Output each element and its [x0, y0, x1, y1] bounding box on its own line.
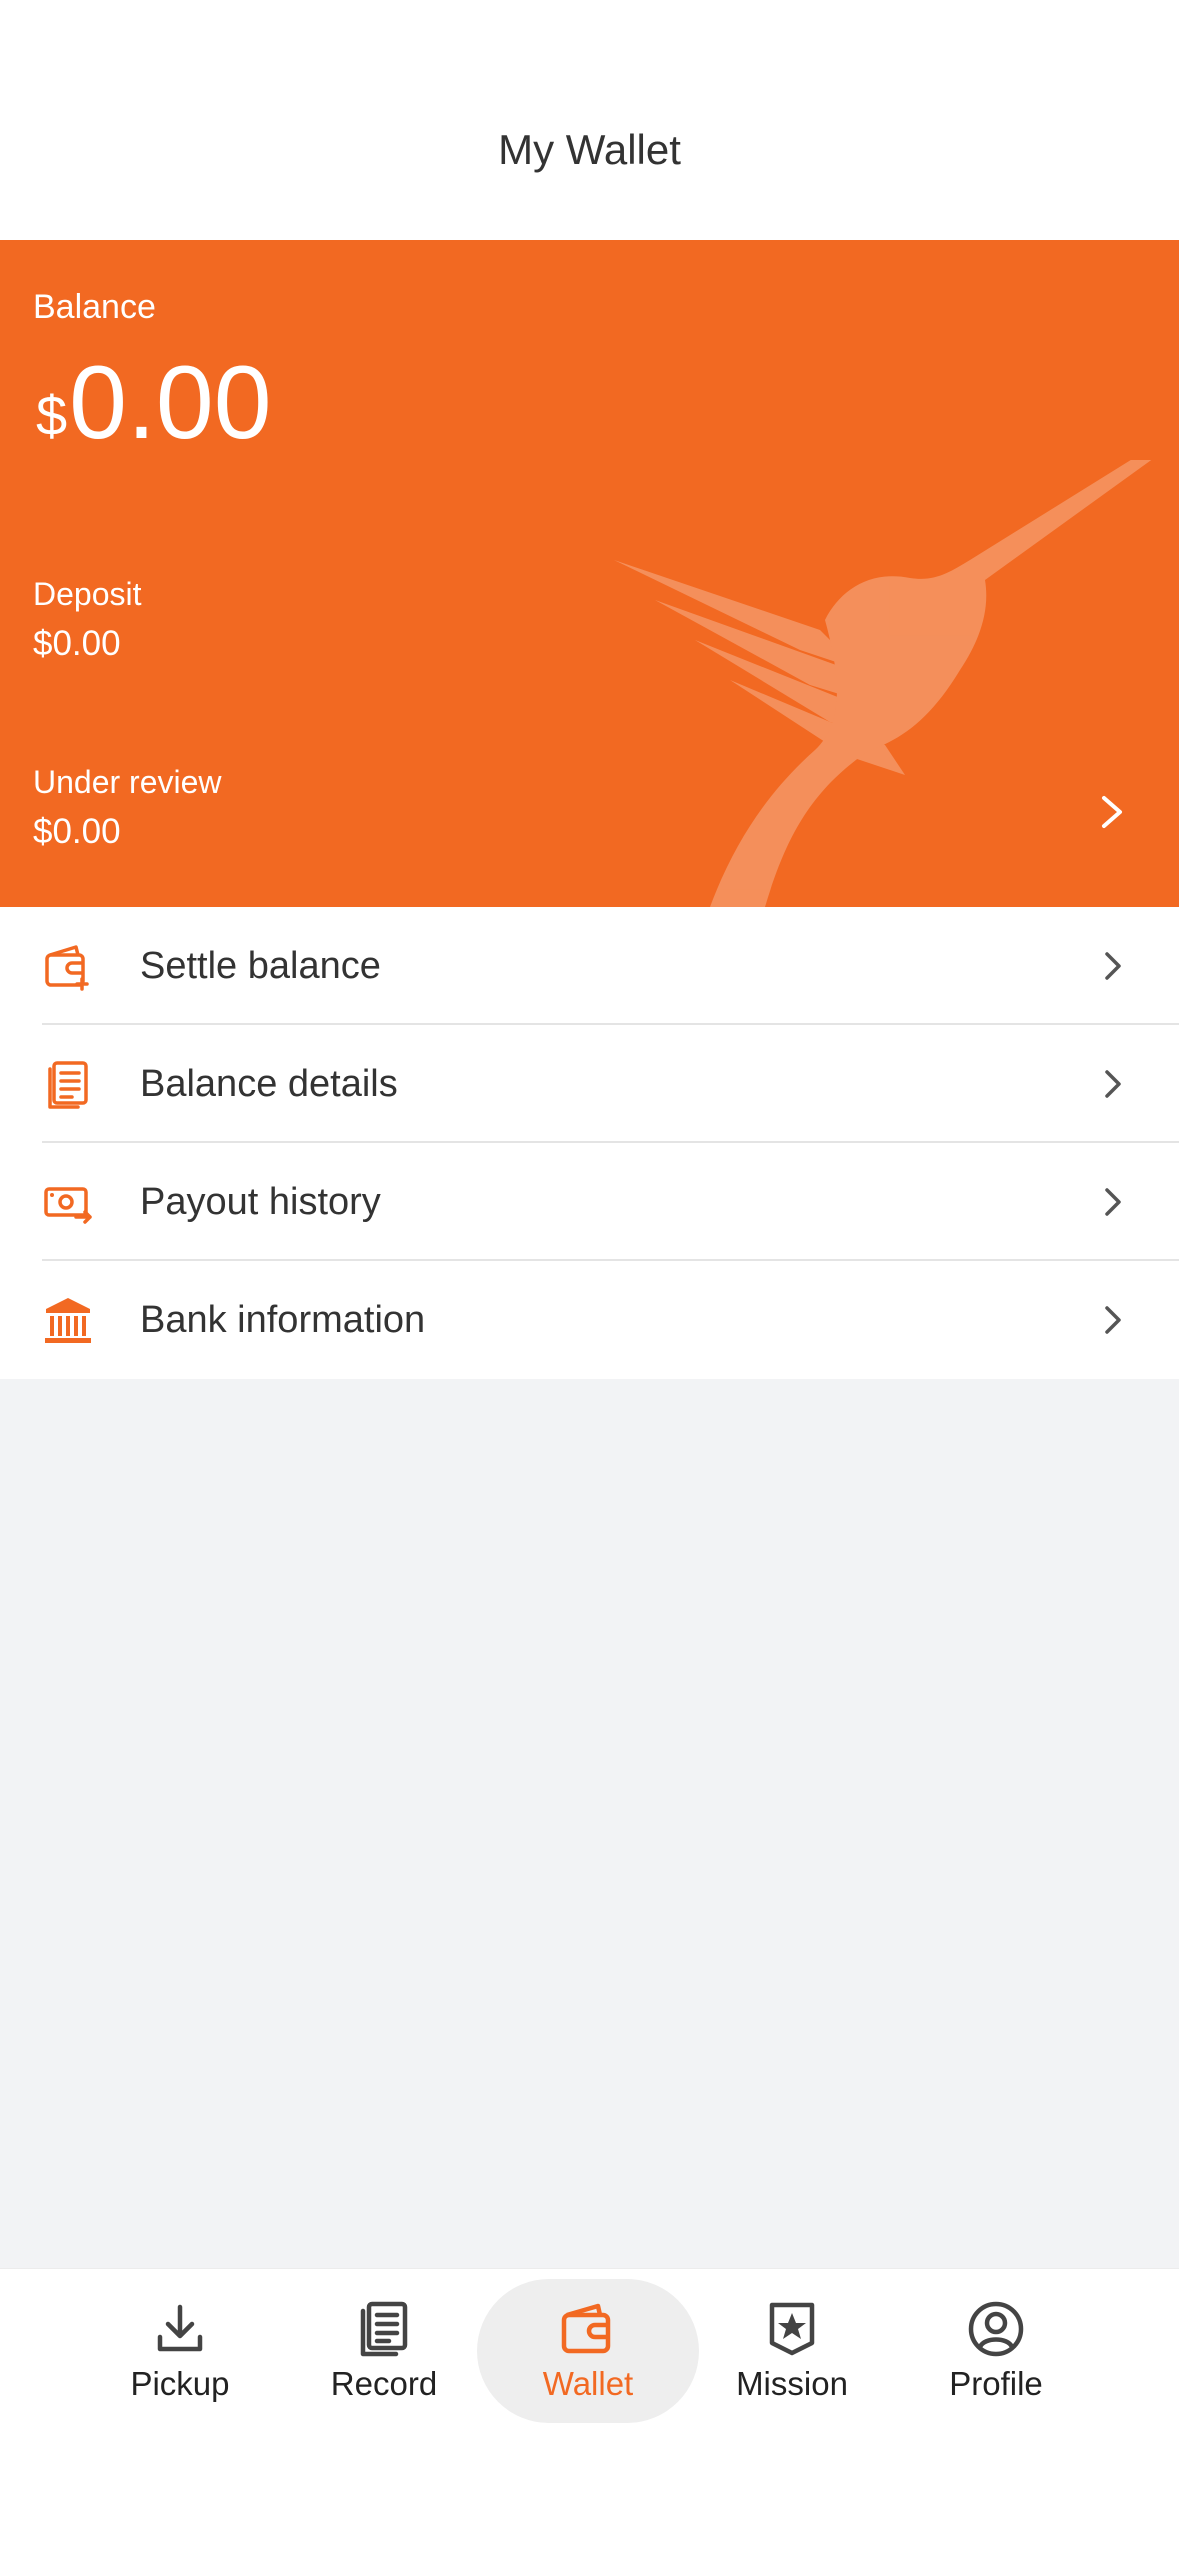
tab-label: Wallet — [542, 2365, 634, 2402]
document-icon — [360, 2301, 408, 2357]
chevron-right-icon — [1105, 1070, 1121, 1098]
tab-profile[interactable]: Profile — [885, 2279, 1107, 2423]
user-circle-icon — [968, 2301, 1024, 2357]
menu-item-bank-information[interactable]: Bank information — [0, 1261, 1179, 1379]
menu-item-balance-details[interactable]: Balance details — [0, 1025, 1179, 1143]
hummingbird-watermark-icon — [614, 460, 1152, 907]
menu-item-label: Balance details — [140, 1062, 398, 1105]
deposit-label: Deposit — [33, 576, 142, 612]
tab-label: Profile — [949, 2365, 1043, 2402]
tab-label: Mission — [736, 2365, 848, 2402]
balance-amount: $ 0.00 — [36, 348, 272, 458]
bottom-tab-bar: Pickup Record Wallet Mission Profile — [0, 2268, 1179, 2556]
tab-pickup[interactable]: Pickup — [69, 2279, 291, 2423]
chevron-right-icon — [1105, 1188, 1121, 1216]
under-review-value: $0.00 — [33, 812, 121, 851]
balance-label: Balance — [33, 288, 156, 326]
top-header: My Wallet — [0, 0, 1179, 240]
chevron-right-icon — [1105, 1306, 1121, 1334]
page-title: My Wallet — [498, 126, 681, 173]
cash-icon — [44, 1187, 92, 1224]
deposit-value: $0.00 — [33, 624, 121, 663]
bank-icon — [45, 1298, 91, 1343]
menu-item-settle-balance[interactable]: Settle balance — [0, 907, 1179, 1025]
star-badge-icon — [769, 2302, 815, 2356]
tab-wallet[interactable]: Wallet — [477, 2279, 699, 2423]
tab-label: Pickup — [130, 2365, 230, 2402]
menu-item-payout-history[interactable]: Payout history — [0, 1143, 1179, 1261]
document-icon — [48, 1061, 88, 1109]
wallet-icon — [561, 2303, 611, 2354]
menu-item-label: Bank information — [140, 1298, 426, 1341]
balance-currency: $ — [36, 384, 68, 447]
chevron-right-icon[interactable] — [1090, 790, 1134, 834]
wallet-menu: Settle balance Balance details Payout hi… — [0, 907, 1179, 1379]
download-icon — [157, 2304, 203, 2352]
tab-record[interactable]: Record — [273, 2279, 495, 2423]
menu-item-label: Payout history — [140, 1180, 381, 1223]
chevron-right-icon — [1105, 952, 1121, 980]
tab-mission[interactable]: Mission — [681, 2279, 903, 2423]
menu-item-label: Settle balance — [140, 944, 381, 987]
balance-card: Balance $ 0.00 Deposit $0.00 Under revie… — [0, 240, 1179, 907]
tab-label: Record — [330, 2365, 438, 2402]
under-review-label: Under review — [33, 764, 222, 800]
balance-value: 0.00 — [69, 345, 272, 461]
wallet-icon — [45, 945, 89, 991]
